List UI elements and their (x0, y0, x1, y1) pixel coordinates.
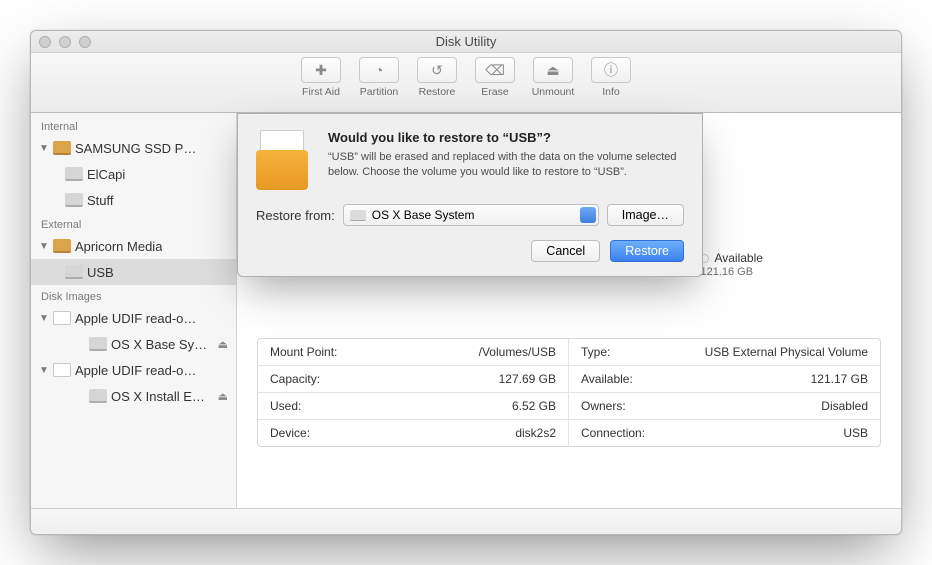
sidebar-item-stuff[interactable]: Stuff (31, 187, 236, 213)
usage-available: Available121.16 GB (700, 251, 762, 278)
drive-icon (53, 239, 71, 253)
dialog-title: Would you like to restore to “USB”? (328, 130, 684, 145)
sidebar-item-label: SAMSUNG SSD P… (75, 141, 196, 156)
unmount-button[interactable]: ⏏ Unmount (524, 57, 582, 98)
info-used: Used:6.52 GB (258, 393, 569, 420)
info-type: Type:USB External Physical Volume (569, 339, 880, 366)
volume-icon (350, 210, 366, 221)
erase-icon: ⌫ (475, 57, 515, 83)
disk-utility-window: Disk Utility ✚ First Aid ◔ Partition ↺ R… (30, 30, 902, 535)
volume-icon (65, 167, 83, 181)
toolbar-label: Erase (481, 86, 508, 98)
cancel-button[interactable]: Cancel (531, 240, 600, 262)
toolbar-label: Restore (419, 86, 456, 98)
external-drive-icon (256, 130, 312, 190)
info-mount: Mount Point:/Volumes/USB (258, 339, 569, 366)
chevron-down-icon[interactable]: ▼ (39, 313, 49, 324)
unmount-icon: ⏏ (533, 57, 573, 83)
partition-button[interactable]: ◔ Partition (350, 57, 408, 98)
toolbar-label: First Aid (302, 86, 340, 98)
section-external: External (31, 213, 236, 233)
sidebar-item-label: Apricorn Media (75, 239, 162, 254)
restore-from-value: OS X Base System (372, 208, 475, 222)
volume-info-table: Mount Point:/Volumes/USB Type:USB Extern… (257, 338, 881, 447)
eject-icon[interactable]: ⏏ (218, 338, 228, 351)
first-aid-icon: ✚ (301, 57, 341, 83)
disk-image-icon (53, 363, 71, 377)
info-connection: Connection:USB (569, 420, 880, 446)
titlebar: Disk Utility (31, 31, 901, 53)
sidebar-item-label: Apple UDIF read-o… (75, 311, 196, 326)
restore-dialog: Would you like to restore to “USB”? “USB… (237, 113, 703, 277)
disk-image-icon (53, 311, 71, 325)
restore-from-select[interactable]: OS X Base System (343, 204, 599, 226)
erase-button[interactable]: ⌫ Erase (466, 57, 524, 98)
volume-icon (89, 337, 107, 351)
section-internal: Internal (31, 115, 236, 135)
dialog-body: “USB” will be erased and replaced with t… (328, 150, 684, 180)
sidebar-item-label: ElCapi (87, 167, 125, 182)
sidebar-item-label: OS X Base Sy… (111, 337, 207, 352)
restore-confirm-button[interactable]: Restore (610, 240, 684, 262)
volume-icon (65, 193, 83, 207)
sidebar-item-base-system[interactable]: OS X Base Sy… ⏏ (31, 331, 236, 357)
toolbar-label: Unmount (532, 86, 575, 98)
toolbar-label: Info (602, 86, 620, 98)
sidebar-item-udif1[interactable]: ▼ Apple UDIF read-o… (31, 305, 236, 331)
chevron-down-icon[interactable]: ▼ (39, 143, 49, 154)
sidebar-item-label: Stuff (87, 193, 114, 208)
sidebar-item-udif2[interactable]: ▼ Apple UDIF read-o… (31, 357, 236, 383)
restore-button[interactable]: ↺ Restore (408, 57, 466, 98)
info-icon: ⓘ (591, 57, 631, 83)
restore-from-label: Restore from: (256, 208, 335, 223)
sidebar-item-label: Apple UDIF read-o… (75, 363, 196, 378)
info-owners: Owners:Disabled (569, 393, 880, 420)
sidebar-item-install-esd[interactable]: OS X Install E… ⏏ (31, 383, 236, 409)
sidebar-item-usb[interactable]: USB (31, 259, 236, 285)
volume-icon (89, 389, 107, 403)
window-footer (31, 508, 901, 534)
volume-icon (65, 265, 83, 279)
sidebar-item-label: OS X Install E… (111, 389, 205, 404)
eject-icon[interactable]: ⏏ (218, 390, 228, 403)
info-button[interactable]: ⓘ Info (582, 57, 640, 98)
info-capacity: Capacity:127.69 GB (258, 366, 569, 393)
restore-icon: ↺ (417, 57, 457, 83)
info-available: Available:121.17 GB (569, 366, 880, 393)
partition-icon: ◔ (359, 57, 399, 83)
sidebar-item-apricorn[interactable]: ▼ Apricorn Media (31, 233, 236, 259)
toolbar-label: Partition (360, 86, 399, 98)
sidebar-item-internal-disk[interactable]: ▼ SAMSUNG SSD P… (31, 135, 236, 161)
chevron-down-icon[interactable]: ▼ (39, 365, 49, 376)
info-device: Device:disk2s2 (258, 420, 569, 446)
section-images: Disk Images (31, 285, 236, 305)
first-aid-button[interactable]: ✚ First Aid (292, 57, 350, 98)
chevron-down-icon[interactable]: ▼ (39, 241, 49, 252)
window-title: Disk Utility (31, 34, 901, 49)
image-button[interactable]: Image… (607, 204, 684, 226)
sidebar: Internal ▼ SAMSUNG SSD P… ElCapi Stuff E… (31, 113, 237, 508)
toolbar: ✚ First Aid ◔ Partition ↺ Restore ⌫ Eras… (31, 53, 901, 113)
sidebar-item-label: USB (87, 265, 114, 280)
sidebar-item-elcapi[interactable]: ElCapi (31, 161, 236, 187)
drive-icon (53, 141, 71, 155)
